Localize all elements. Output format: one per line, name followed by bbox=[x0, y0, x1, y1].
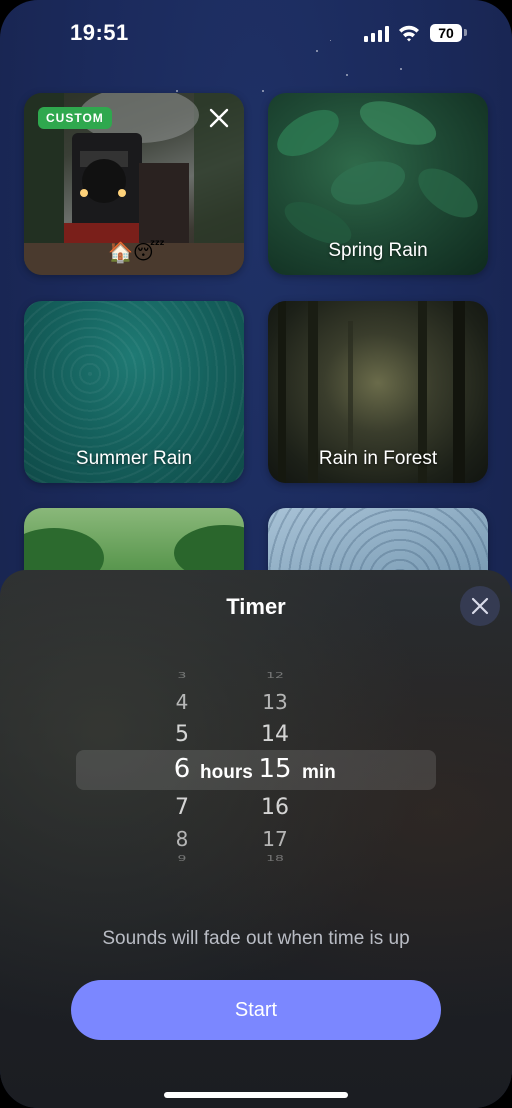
fade-out-note: Sounds will fade out when time is up bbox=[102, 928, 410, 949]
card-label: Rain in Forest bbox=[318, 448, 438, 469]
hours-option[interactable]: 3 bbox=[160, 672, 204, 681]
home-indicator bbox=[164, 1092, 348, 1098]
time-picker[interactable]: 3 4 5 6 7 8 9 12 13 14 15 16 17 18 bbox=[0, 660, 512, 880]
timer-sheet: Timer 3 4 5 6 7 8 9 12 13 14 15 16 17 18… bbox=[0, 570, 512, 1108]
minutes-unit-label: min bbox=[302, 762, 336, 783]
hours-option[interactable]: 8 bbox=[160, 827, 204, 851]
timer-title: Timer bbox=[226, 594, 286, 619]
battery-icon: 70 bbox=[430, 24, 462, 42]
close-icon bbox=[471, 597, 489, 615]
hours-selected[interactable]: 6 bbox=[160, 754, 204, 784]
status-bar: 19:51 70 bbox=[0, 0, 512, 64]
status-time: 19:51 bbox=[70, 20, 129, 45]
sound-card-summer-rain[interactable]: Summer Rain bbox=[24, 301, 244, 483]
minutes-option[interactable]: 13 bbox=[250, 690, 300, 714]
minutes-option[interactable]: 17 bbox=[250, 827, 300, 851]
card-label: Spring Rain bbox=[328, 240, 428, 261]
sheet-close-button[interactable] bbox=[460, 586, 500, 626]
minutes-option[interactable]: 12 bbox=[250, 672, 300, 681]
custom-badge: CUSTOM bbox=[38, 107, 112, 129]
mix-emojis: 🏠😴 bbox=[108, 242, 165, 264]
minutes-option[interactable]: 18 bbox=[250, 855, 300, 864]
sound-card-spring-rain[interactable]: Spring Rain bbox=[268, 93, 488, 275]
sound-card-custom[interactable]: CUSTOM 🏠😴 bbox=[24, 93, 244, 275]
sound-card-rain-in-forest[interactable]: Rain in Forest bbox=[268, 301, 488, 483]
battery-cap bbox=[464, 29, 467, 36]
hours-unit-label: hours bbox=[200, 762, 253, 783]
close-icon[interactable] bbox=[208, 107, 230, 129]
wifi-icon bbox=[399, 25, 419, 42]
minutes-selected[interactable]: 15 bbox=[250, 754, 300, 784]
app-screen: 19:51 70 CUSTOM 🏠😴 Spring Rain Summer Ra… bbox=[0, 0, 512, 1108]
hours-option[interactable]: 4 bbox=[160, 690, 204, 714]
hours-option[interactable]: 7 bbox=[160, 795, 204, 820]
start-button[interactable]: Start bbox=[71, 980, 441, 1040]
hours-option[interactable]: 5 bbox=[160, 722, 204, 747]
minutes-option[interactable]: 16 bbox=[250, 795, 300, 820]
hours-option[interactable]: 9 bbox=[160, 855, 204, 864]
card-label: Summer Rain bbox=[75, 448, 193, 469]
minutes-option[interactable]: 14 bbox=[250, 722, 300, 747]
signal-icon bbox=[364, 26, 390, 42]
